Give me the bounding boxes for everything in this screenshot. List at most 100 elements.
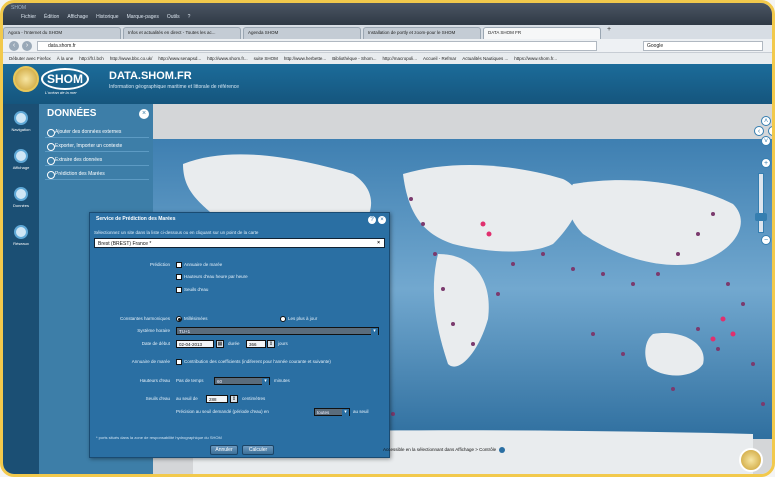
pan-down-icon[interactable]: ˅ — [761, 136, 771, 146]
tab-agora[interactable]: Agora - l'Internet du SHOM — [3, 27, 121, 39]
option-annuaire[interactable]: Annuaire de marée — [176, 262, 222, 268]
seuils-select-value: toutes — [317, 410, 330, 415]
radio-plus-a-jour[interactable]: Les plus à jour — [280, 316, 317, 322]
menu-tools[interactable]: Outils — [167, 14, 180, 20]
checkbox[interactable] — [176, 359, 182, 365]
menu-list: Fichier Édition Affichage Historique Mar… — [21, 14, 190, 20]
timezone-label: Système horaire — [137, 328, 170, 333]
nav-donnees[interactable]: Données — [3, 182, 39, 220]
date-input[interactable]: 02-04-2013 — [176, 340, 214, 348]
menu-bookmarks[interactable]: Marque-pages — [127, 14, 159, 20]
tab-data-shom[interactable]: DATA SHOM FR — [483, 27, 601, 39]
menu-add-external-data[interactable]: Ajouter des données externes — [45, 126, 149, 138]
tab-installation[interactable]: Installation de portly et zoom-pour le S… — [363, 27, 481, 39]
bookmark-item[interactable]: https://www.shom.fr... — [514, 53, 557, 64]
pan-left-icon[interactable]: ‹ — [754, 126, 764, 136]
calculate-button[interactable]: Calculer — [242, 445, 274, 455]
info-icon[interactable] — [499, 447, 506, 453]
zoom-in-icon[interactable]: + — [761, 158, 771, 168]
option-coefficients[interactable]: Contribution des coefficients (indiferen… — [176, 359, 331, 365]
bookmark-item[interactable]: suite SHOM — [254, 53, 278, 64]
seuils-select[interactable]: toutes ▾ — [314, 408, 350, 416]
menu-export-import[interactable]: Exporter, Importer un contexte — [45, 140, 149, 152]
bookmark-item[interactable]: http://www.shom.fr... — [207, 53, 248, 64]
nav-navigation[interactable]: Navigation — [3, 106, 39, 144]
bookmark-item[interactable]: http://www.bbc.co.uk/ — [110, 53, 153, 64]
pan-right-icon[interactable]: › — [768, 126, 772, 136]
screenshot-frame: SHOM Fichier Édition Affichage Historiqu… — [0, 0, 775, 477]
stepper-icon[interactable]: ⇕ — [267, 340, 275, 348]
zoom-slider[interactable] — [758, 173, 764, 233]
menu-bar: SHOM Fichier Édition Affichage Historiqu… — [3, 3, 772, 25]
radio-millesimees[interactable]: Millésimées — [176, 316, 208, 322]
seuils-input[interactable]: 288 — [206, 395, 228, 403]
date-label: Date de début — [141, 341, 170, 346]
timezone-value: TU+1 — [179, 329, 191, 334]
nav-donnees-label: Données — [12, 203, 29, 208]
bookmark-item[interactable]: Débuter avec Firefox — [9, 53, 51, 64]
menu-help[interactable]: ? — [188, 14, 191, 20]
annuaire-label: Annuaire de marée — [131, 359, 170, 364]
pan-up-icon[interactable]: ˄ — [761, 116, 771, 126]
shom-logo: SHOM — [41, 68, 89, 90]
menu-view[interactable]: Affichage — [67, 14, 88, 20]
duration-input[interactable]: 366 — [246, 340, 266, 348]
dialog-close-icon[interactable]: × — [378, 216, 386, 224]
bookmark-item[interactable]: http://www.herbette... — [284, 53, 326, 64]
clear-icon[interactable]: × — [377, 240, 380, 246]
bookmark-item[interactable]: Actualités Nautiques ... — [462, 53, 508, 64]
bookmark-item[interactable]: http://fr.l.bch — [79, 53, 104, 64]
seuils-unit: centimètres — [242, 396, 266, 401]
bookmark-item[interactable]: http://macropoli... — [382, 53, 417, 64]
logo-tagline: L'océan de la mer — [45, 90, 77, 95]
globe-icon — [14, 187, 28, 201]
nav-navigation-label: Navigation — [11, 127, 31, 132]
checkbox[interactable] — [176, 262, 182, 268]
left-nav: Navigation Affichage Données Réseaux — [3, 104, 39, 474]
bookmark-item[interactable]: http://www.senapsd... — [158, 53, 201, 64]
menu-history[interactable]: Historique — [96, 14, 119, 20]
menu-file[interactable]: Fichier — [21, 14, 36, 20]
bookmark-item[interactable]: Bibliothèque - Shom... — [332, 53, 376, 64]
nav-reseaux-label: Réseaux — [13, 241, 29, 246]
checkbox[interactable] — [176, 287, 182, 293]
timezone-select[interactable]: TU+1 ▾ — [176, 327, 379, 335]
bookmark-item[interactable]: Accueil - Refmar — [423, 53, 456, 64]
dialog-help-icon[interactable]: ? — [368, 216, 376, 224]
calendar-icon[interactable]: ▦ — [216, 340, 224, 348]
overview-globe-icon[interactable] — [739, 448, 763, 472]
duration-prefix: durée — [228, 341, 240, 346]
option-heights[interactable]: Hauteurs d'eau heure par heure — [176, 274, 248, 280]
menu-extract-data[interactable]: Extraire des données — [45, 154, 149, 166]
user-icon — [14, 225, 28, 239]
port-select[interactable]: Brest (BREST) France * × — [94, 238, 385, 248]
emblem-icon[interactable] — [13, 66, 39, 92]
stepper-icon[interactable]: ⇕ — [230, 395, 238, 403]
nav-reseaux[interactable]: Réseaux — [3, 220, 39, 258]
nav-affichage[interactable]: Affichage — [3, 144, 39, 182]
bookmark-item[interactable]: À la une — [57, 53, 74, 64]
window-title: SHOM — [11, 5, 26, 11]
radio[interactable] — [280, 316, 286, 322]
forward-icon[interactable]: › — [22, 41, 32, 51]
new-tab-button[interactable]: + — [603, 26, 615, 39]
option-seuils[interactable]: Seuils d'eau — [176, 287, 208, 293]
heights-step-select[interactable]: 60 ▾ — [214, 377, 270, 385]
menu-tide-prediction[interactable]: Prédiction des Marées — [45, 168, 149, 180]
search-input[interactable]: Google — [643, 41, 763, 51]
zoom-knob[interactable] — [755, 213, 767, 221]
back-icon[interactable]: ‹ — [9, 41, 19, 51]
url-input[interactable]: data.shom.fr — [37, 41, 597, 51]
heights-unit: minutes — [274, 378, 290, 383]
menu-edit[interactable]: Édition — [44, 14, 59, 20]
constants-label: Constantes harmoniques — [119, 316, 170, 321]
checkbox[interactable] — [176, 274, 182, 280]
tab-agenda[interactable]: Agenda SHOM — [243, 27, 361, 39]
bookmarks-bar: Débuter avec Firefox À la une http://fr.… — [3, 53, 772, 64]
compass-icon — [14, 111, 28, 125]
tab-infos[interactable]: Infos et actualités en direct - Toutes l… — [123, 27, 241, 39]
cancel-button[interactable]: Annuler — [210, 445, 238, 455]
radio[interactable] — [176, 316, 182, 322]
close-icon[interactable]: × — [139, 109, 149, 119]
zoom-out-icon[interactable]: − — [761, 235, 771, 245]
